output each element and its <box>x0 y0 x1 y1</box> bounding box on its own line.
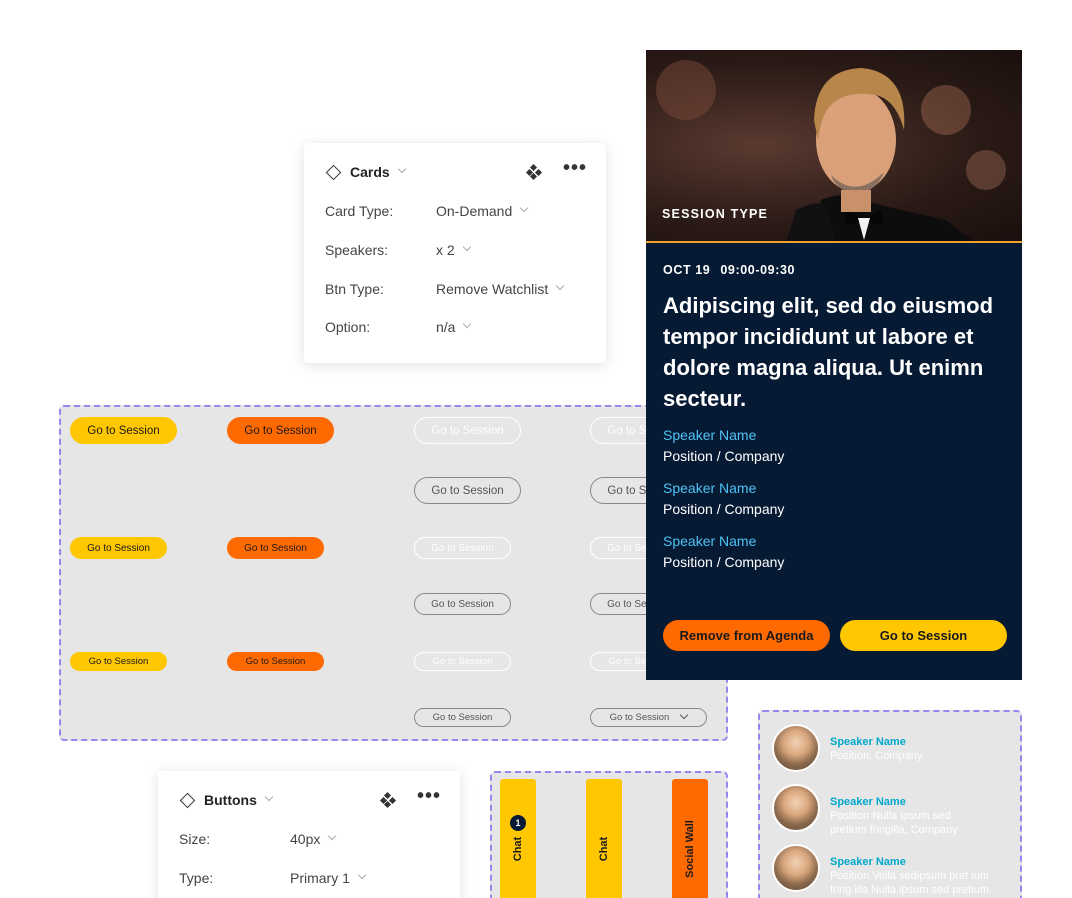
speaker-position: Position Vella sedipsum pret ium fring i… <box>830 870 989 896</box>
session-datetime: OCT 19 09:00-09:30 <box>663 263 1005 277</box>
chevron-down-icon <box>556 281 565 291</box>
prop-type[interactable]: Type: Primary 1 <box>179 870 441 886</box>
speaker-name: Speaker Name <box>830 796 906 808</box>
speaker-position: Position / Company <box>663 554 785 570</box>
variants-icon[interactable] <box>525 163 543 181</box>
speaker-list-frame: Speaker Name Position, Company Speaker N… <box>758 710 1022 898</box>
chevron-down-icon[interactable] <box>264 792 274 802</box>
chevron-down-icon <box>357 870 367 880</box>
go-to-session-button[interactable]: Go to Session <box>840 620 1007 651</box>
component-icon <box>325 164 342 180</box>
variants-icon[interactable] <box>379 791 397 809</box>
social-wall-tab[interactable]: Social Wall <box>672 779 708 898</box>
speaker-name[interactable]: Speaker Name <box>663 532 1005 551</box>
speaker-list-item[interactable]: Speaker Name Position, Company <box>772 724 990 772</box>
prop-btn-type[interactable]: Btn Type: Remove Watchlist <box>325 281 587 297</box>
go-to-session-dropdown-button[interactable]: Go to Session <box>590 708 707 727</box>
chevron-down-icon <box>328 831 337 841</box>
chat-tab[interactable]: Chat <box>586 779 622 898</box>
remove-from-agenda-button[interactable]: Remove from Agenda <box>663 620 830 651</box>
buttons-properties-panel: Buttons ••• Size: 40px Type: Primary 1 <box>158 771 460 898</box>
prop-card-type[interactable]: Card Type: On-Demand <box>325 203 587 219</box>
prop-speakers[interactable]: Speakers: x 2 <box>325 242 587 258</box>
go-to-session-button[interactable]: Go to Session <box>414 477 521 504</box>
session-card: SESSION TYPE OCT 19 09:00-09:30 Adipiscin… <box>646 50 1022 680</box>
go-to-session-button[interactable]: Go to Session <box>414 652 511 671</box>
prop-option[interactable]: Option: n/a <box>325 319 587 335</box>
session-date: OCT 19 <box>663 263 711 277</box>
speaker-entry: Speaker Name Position / Company <box>663 479 1005 520</box>
session-time: 09:00-09:30 <box>720 263 796 277</box>
go-to-session-button[interactable]: Go to Session <box>227 652 324 671</box>
go-to-session-button[interactable]: Go to Session <box>414 593 511 615</box>
speaker-list-item[interactable]: Speaker Name Position Nulla ipsum sed pr… <box>772 784 990 837</box>
cards-properties-panel: Cards ••• Card Type: On-Demand Speakers:… <box>304 143 606 363</box>
go-to-session-button[interactable]: Go to Session <box>414 708 511 727</box>
go-to-session-button[interactable]: Go to Session <box>414 537 511 559</box>
avatar <box>772 844 820 892</box>
prop-size[interactable]: Size: 40px <box>179 831 441 847</box>
more-options-icon[interactable]: ••• <box>563 158 587 178</box>
speaker-name[interactable]: Speaker Name <box>663 479 1005 498</box>
unread-badge: 1 <box>510 815 526 831</box>
go-to-session-button[interactable]: Go to Session <box>70 537 167 559</box>
speaker-entry: Speaker Name Position / Company <box>663 532 1005 573</box>
avatar <box>772 724 820 772</box>
chevron-down-icon <box>463 319 472 329</box>
session-title: Adipiscing elit, sed do eiusmod tempor i… <box>663 293 994 411</box>
go-to-session-button[interactable]: Go to Session <box>70 652 167 671</box>
speaker-name: Speaker Name <box>830 736 906 748</box>
speaker-position: Position Nulla ipsum sed pretium fringil… <box>830 810 958 836</box>
speaker-list-item[interactable]: Speaker Name Position Vella sedipsum pre… <box>772 844 990 897</box>
panel-title: Cards <box>350 164 390 180</box>
card-body: OCT 19 09:00-09:30 Adipiscing elit, sed d… <box>646 243 1022 593</box>
speaker-name[interactable]: Speaker Name <box>663 426 1005 445</box>
speaker-entry: Speaker Name Position / Company <box>663 426 1005 467</box>
chat-tab[interactable]: Chat 1 <box>500 779 536 898</box>
session-type-label: SESSION TYPE <box>662 207 769 221</box>
go-to-session-button[interactable]: Go to Session <box>414 417 521 444</box>
avatar <box>772 784 820 832</box>
panel-header: Buttons ••• <box>179 786 441 810</box>
go-to-session-button[interactable]: Go to Session <box>227 417 334 444</box>
component-icon <box>179 792 196 808</box>
card-actions: Remove from Agenda Go to Session <box>663 620 1007 651</box>
speaker-name: Speaker Name <box>830 856 906 868</box>
side-tabs-frame: Chat 1 Chat Social Wall <box>490 771 728 898</box>
panel-header: Cards ••• <box>325 158 587 182</box>
chevron-down-icon <box>462 242 471 252</box>
chevron-down-icon <box>680 710 689 719</box>
chevron-down-icon <box>520 203 529 213</box>
button-variants-frame: Go to Session Go to Session Go to Sessio… <box>59 405 728 741</box>
speaker-position: Position / Company <box>663 501 785 517</box>
speaker-position: Position, Company <box>830 750 923 762</box>
speaker-position: Position / Company <box>663 448 785 464</box>
chevron-down-icon[interactable] <box>397 164 406 174</box>
go-to-session-button[interactable]: Go to Session <box>227 537 324 559</box>
go-to-session-button[interactable]: Go to Session <box>70 417 177 444</box>
more-options-icon[interactable]: ••• <box>417 786 441 806</box>
speaker-photo: SESSION TYPE <box>646 50 1022 243</box>
panel-title: Buttons <box>204 792 257 808</box>
